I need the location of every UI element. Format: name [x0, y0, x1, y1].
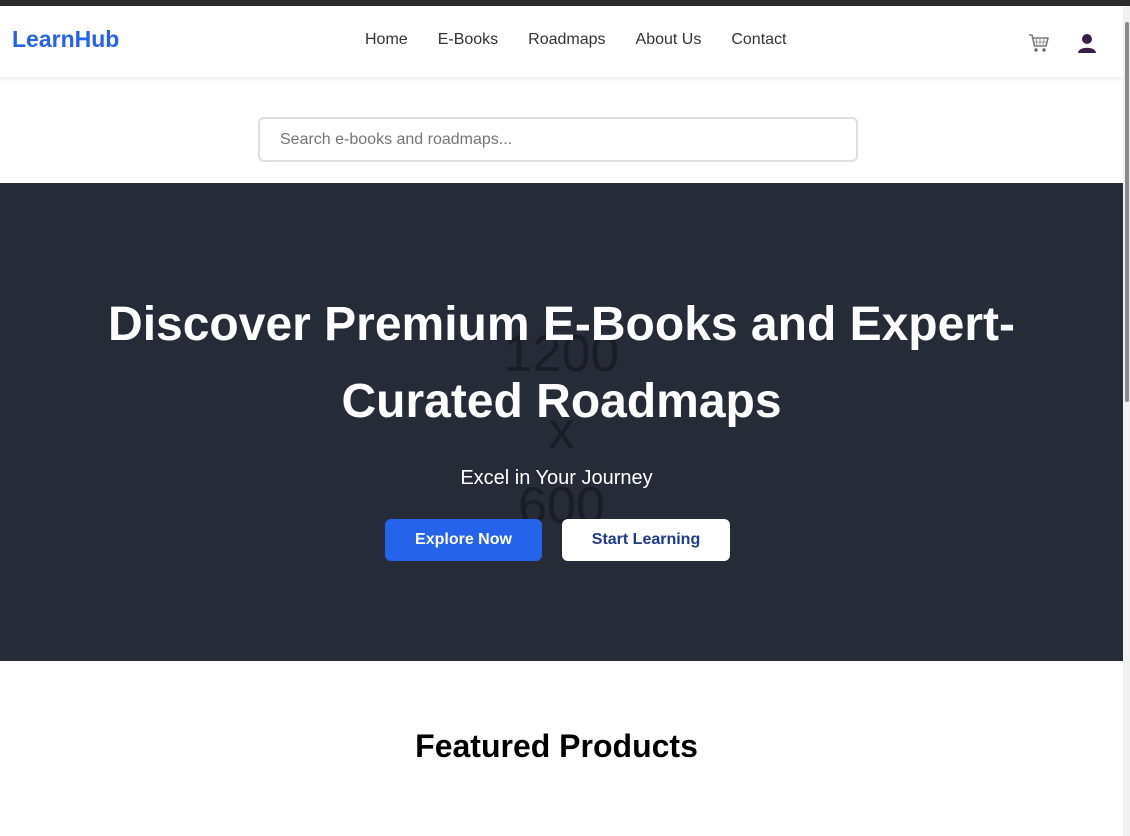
nav-ebooks[interactable]: E-Books: [438, 31, 498, 49]
nav-home[interactable]: Home: [365, 31, 408, 49]
navbar: LearnHub Home E-Books Roadmaps About Us …: [0, 6, 1123, 77]
nav-links: Home E-Books Roadmaps About Us Contact: [365, 31, 786, 49]
hero-title: Discover Premium E-Books and Expert-Cura…: [108, 298, 1015, 428]
cart-icon[interactable]: [1027, 31, 1051, 55]
nav-icons: [1027, 31, 1099, 55]
featured-products-heading: Featured Products: [415, 728, 698, 764]
nav-about-us[interactable]: About Us: [636, 31, 702, 49]
user-icon[interactable]: [1075, 31, 1099, 55]
page: LearnHub Home E-Books Roadmaps About Us …: [0, 6, 1123, 836]
scrollbar-thumb[interactable]: [1125, 22, 1129, 402]
search-bar: [258, 117, 858, 162]
hero-section: 1200 x 600 Discover Premium E-Books and …: [0, 183, 1123, 661]
explore-now-button[interactable]: Explore Now: [385, 519, 542, 561]
hero-subtitle: Excel in Your Journey: [460, 467, 653, 489]
scrollbar[interactable]: [1123, 6, 1130, 836]
hero-buttons: Explore Now Start Learning: [385, 519, 730, 561]
logo[interactable]: LearnHub: [12, 26, 119, 53]
start-learning-button[interactable]: Start Learning: [562, 519, 730, 561]
nav-contact[interactable]: Contact: [731, 31, 786, 49]
search-input[interactable]: [258, 117, 858, 162]
nav-roadmaps[interactable]: Roadmaps: [528, 31, 605, 49]
